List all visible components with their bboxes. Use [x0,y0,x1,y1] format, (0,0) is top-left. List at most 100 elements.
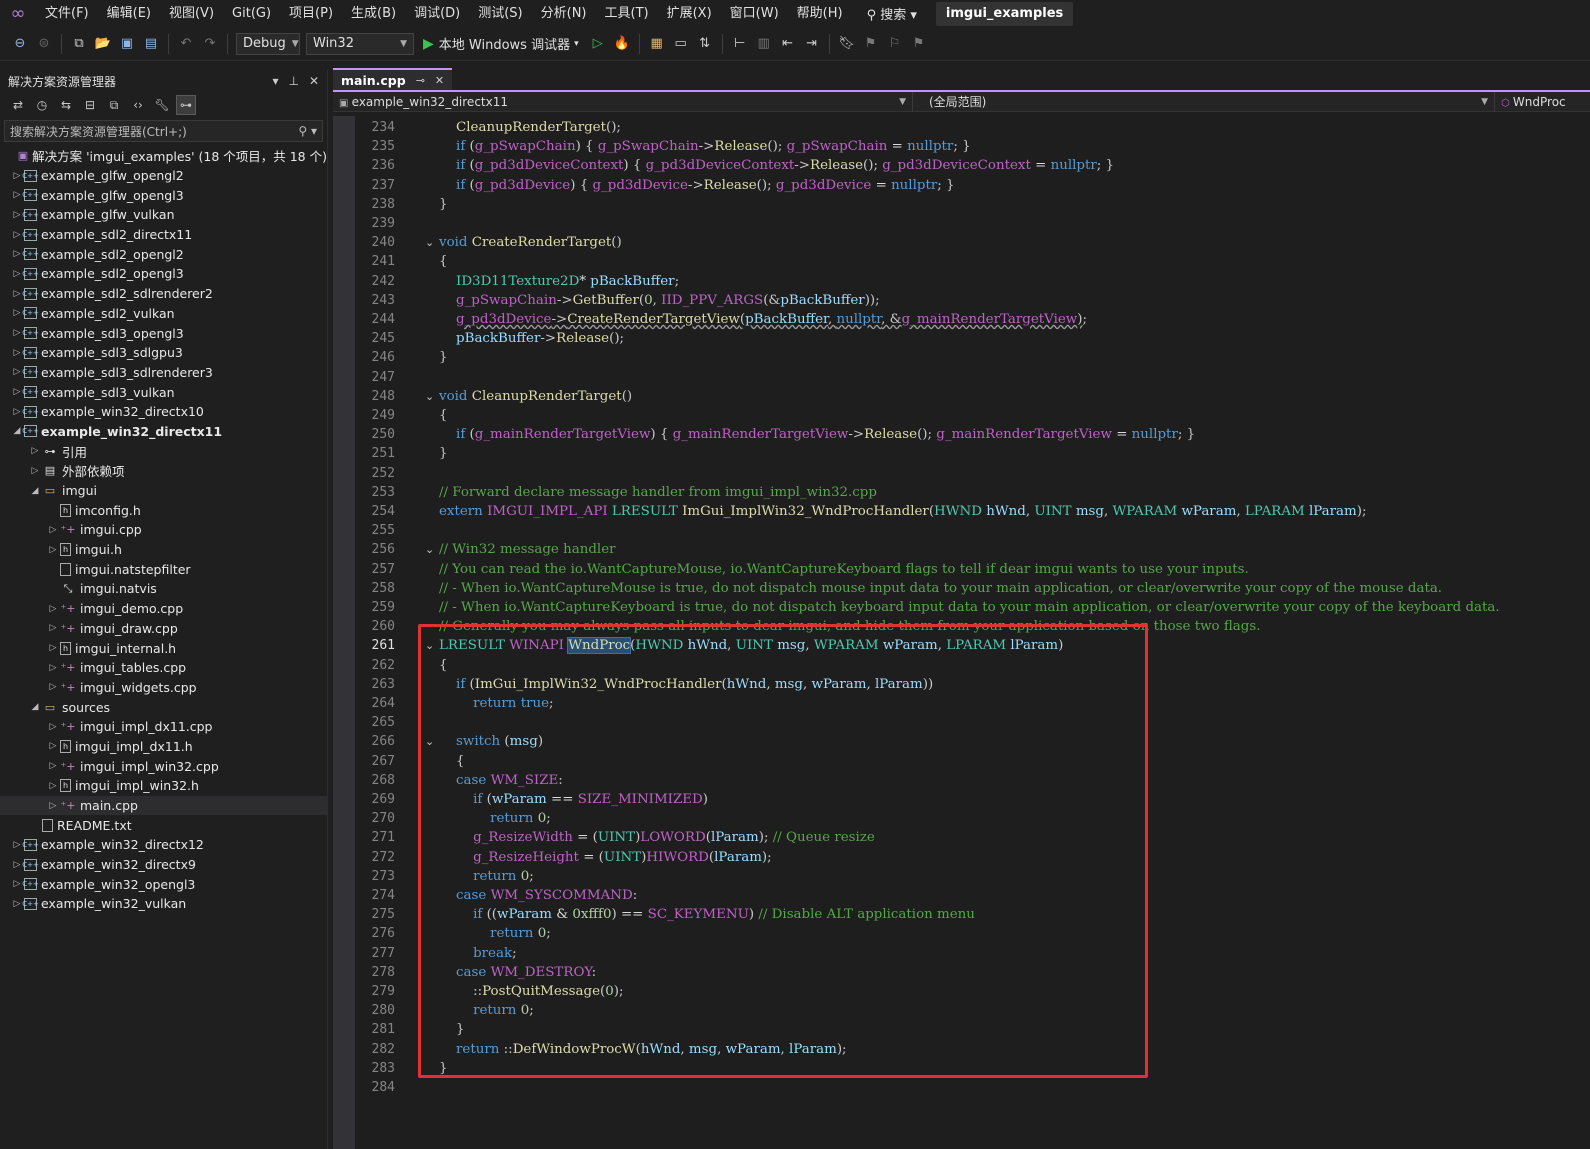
symbol-scope-dropdown[interactable]: (全局范围) ▼ [913,91,1495,112]
tree-item[interactable]: ◢ C++ example_win32_directx11 [0,422,327,442]
expand-arrow-icon[interactable]: ▷ [46,722,60,732]
expand-arrow-icon[interactable]: ▷ [46,643,60,653]
tree-item[interactable]: ▷ C++ example_win32_directx12 [0,835,327,855]
code-line[interactable]: if (ImGui_ImplWin32_WndProcHandler(hWnd,… [439,675,933,694]
expand-arrow-icon[interactable]: ▷ [46,623,60,633]
collapse-all-icon[interactable]: ⊟ [80,95,100,115]
tree-item[interactable]: ▷ C++ example_sdl3_sdlrenderer3 [0,363,327,383]
expand-arrow-icon[interactable]: ▷ [46,525,60,535]
code-line[interactable]: // Generally you may always pass all inp… [439,617,1260,636]
fold-toggle-icon[interactable]: ⌄ [425,732,434,751]
tree-item[interactable]: ◢ ▭ sources [0,697,327,717]
tree-item[interactable]: ▷ h imgui.h [0,540,327,560]
expand-arrow-icon[interactable]: ▷ [28,446,42,456]
code-line[interactable]: g_ResizeHeight = (UINT)HIWORD(lParam); [439,848,772,867]
navigate-back-icon[interactable]: ⊖ [9,33,31,55]
code-line[interactable]: g_pSwapChain->GetBuffer(0, IID_PPV_ARGS(… [439,291,880,310]
project-scope-dropdown[interactable]: ▣ example_win32_directx11 ▼ [333,91,913,112]
tree-item[interactable]: ▷ C++ example_win32_directx10 [0,402,327,422]
visual-studio-logo-icon[interactable]: ∞ [0,0,36,27]
code-line[interactable]: return 0; [439,1001,534,1020]
pin-icon[interactable]: ⊥ [288,74,298,88]
code-line[interactable]: case WM_DESTROY: [439,963,596,982]
code-line[interactable]: return true; [439,694,553,713]
code-line[interactable]: return 0; [439,924,551,943]
code-view-icon[interactable]: ‹› [128,95,148,115]
pending-changes-icon[interactable]: ◷ [32,95,52,115]
menu-item[interactable]: 编辑(E) [98,0,160,27]
menu-item[interactable]: 窗口(W) [721,0,788,27]
platform-select[interactable]: Win32 ▼ [306,32,414,55]
tree-item[interactable]: ▷ C++ example_glfw_opengl3 [0,185,327,205]
expand-arrow-icon[interactable]: ▷ [46,604,60,614]
code-line[interactable]: break; [439,944,517,963]
tree-item[interactable]: ▷ C++ example_sdl2_directx11 [0,225,327,245]
tree-item[interactable]: ▷ h imgui_internal.h [0,638,327,658]
tree-item[interactable]: ▷ ▤ 外部依赖项 [0,461,327,481]
tree-item[interactable]: ▷ C++ example_sdl2_opengl3 [0,264,327,284]
code-line[interactable]: // Win32 message handler [439,540,616,559]
sync-icon[interactable]: ⇆ [56,95,76,115]
tree-item[interactable]: ▷ h imgui_impl_win32.h [0,776,327,796]
code-line[interactable]: } [439,1020,465,1039]
code-line[interactable]: if ((wParam & 0xfff0) == SC_KEYMENU) // … [439,905,975,924]
show-all-files-icon[interactable]: ⧉ [104,95,124,115]
tree-item[interactable]: imgui.natstepfilter [0,559,327,579]
code-line[interactable]: case WM_SIZE: [439,771,563,790]
code-line[interactable]: { [439,752,465,771]
menu-item[interactable]: 分析(N) [532,0,596,27]
search-menu[interactable]: ⚲ 搜索 ▾ [858,4,926,23]
clear-bookmarks-icon[interactable]: ⚑ [908,33,930,55]
properties-wrench-icon[interactable]: 🔧︎ [152,95,172,115]
redo-icon[interactable]: ↷ [199,33,221,55]
expand-arrow-icon[interactable]: ▷ [46,741,60,751]
insert-breakpoint-icon[interactable]: ⊢ [729,33,751,55]
hot-reload-icon[interactable]: 🔥 [611,33,633,55]
tree-item[interactable]: README.txt [0,815,327,835]
code-line[interactable]: } [439,1059,448,1078]
code-line[interactable]: void CleanupRenderTarget() [439,387,632,406]
code-line[interactable]: { [439,252,448,271]
fold-toggle-icon[interactable]: ⌄ [425,387,434,406]
tree-item[interactable]: ▷ C++ example_glfw_vulkan [0,205,327,225]
tree-item[interactable]: ▷ ⁺+ imgui_impl_win32.cpp [0,756,327,776]
menu-item[interactable]: 工具(T) [596,0,658,27]
tree-item[interactable]: ▷ ⁺+ imgui_draw.cpp [0,619,327,639]
expand-arrow-icon[interactable]: ▷ [46,781,60,791]
tree-item[interactable]: ▣ 解决方案 'imgui_examples' (18 个项目，共 18 个) [0,146,327,166]
menu-item[interactable]: 调试(D) [405,0,469,27]
indicator-margin[interactable] [333,116,355,1149]
panel-menu-icon[interactable]: ▾ [272,74,278,88]
code-line[interactable]: // - When io.WantCaptureMouse is true, d… [439,579,1442,598]
new-item-icon[interactable]: ⧉ [68,33,90,55]
navigate-forward-icon[interactable]: ⊜ [33,33,55,55]
tab-main-cpp[interactable]: main.cpp ⊸ ✕ [333,68,453,90]
expand-arrow-icon[interactable]: ▷ [46,682,60,692]
close-tab-icon[interactable]: ✕ [435,74,444,87]
undo-icon[interactable]: ↶ [175,33,197,55]
code-line[interactable]: // Forward declare message handler from … [439,483,877,502]
save-icon[interactable]: ▣ [116,33,138,55]
code-line[interactable]: ID3D11Texture2D* pBackBuffer; [439,272,679,291]
tree-item[interactable]: ▷ C++ example_win32_vulkan [0,894,327,914]
code-line[interactable]: { [439,656,448,675]
code-area[interactable]: 234 CleanupRenderTarget(); 235 if (g_pSwa… [333,116,1590,1149]
tree-item[interactable]: ▷ C++ example_glfw_opengl2 [0,166,327,186]
step-icon[interactable]: ⇅ [694,33,716,55]
menu-item[interactable]: 测试(S) [469,0,531,27]
code-line[interactable]: case WM_SYSCOMMAND: [439,886,637,905]
configuration-select[interactable]: Debug ▼ [236,32,300,55]
tree-item[interactable]: ▷ C++ example_sdl2_sdlrenderer2 [0,284,327,304]
code-line[interactable]: g_pd3dDevice->CreateRenderTargetView(pBa… [439,310,1087,329]
code-line[interactable]: switch (msg) [439,732,543,751]
outdent-icon[interactable]: ⇤ [777,33,799,55]
menu-item[interactable]: 文件(F) [36,0,98,27]
expand-arrow-icon[interactable]: ▷ [46,801,60,811]
save-all-icon[interactable]: ▤ [140,33,162,55]
switch-views-icon[interactable]: ⇄ [8,95,28,115]
pin-tab-icon[interactable]: ⊸ [416,74,425,87]
close-icon[interactable]: ✕ [309,74,319,88]
tree-item[interactable]: ▷ ⁺+ imgui_widgets.cpp [0,678,327,698]
tree-item[interactable]: h imconfig.h [0,500,327,520]
menu-item[interactable]: 视图(V) [160,0,223,27]
